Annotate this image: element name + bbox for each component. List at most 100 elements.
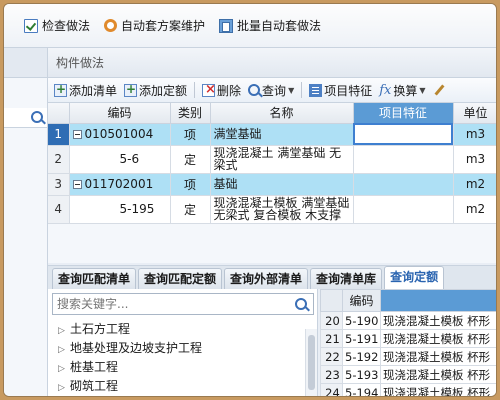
name-cell[interactable]: 现浇混凝土 满堂基础 无梁式 xyxy=(210,145,354,174)
search-icon[interactable] xyxy=(295,298,307,310)
batch-auto-apply-button[interactable]: 批量自动套做法 xyxy=(219,17,321,34)
table-row[interactable]: 2 5-6 定 现浇混凝土 满堂基础 无梁式 m3 xyxy=(48,145,496,174)
code-cell[interactable]: 010501004 xyxy=(69,123,171,146)
keyword-search-box[interactable] xyxy=(52,293,314,315)
row-number: 20 xyxy=(320,311,343,330)
method-table: 编码 类别 名称 项目特征 单位 1 010501004 项 满堂基础 m3 2… xyxy=(48,103,496,224)
unit-cell[interactable]: m2 xyxy=(453,173,496,196)
app-window: 检查做法 自动套方案维护 批量自动套做法 构件做法 添加清单 添加定额 xyxy=(3,3,497,397)
column-header-type[interactable]: 类别 xyxy=(170,103,211,124)
convert-button[interactable]: fx 换算 ▼ xyxy=(379,82,425,99)
name-cell[interactable]: 现浇混凝土模板 杯形 xyxy=(380,365,496,384)
code-cell[interactable]: 5-190 xyxy=(342,311,381,330)
table-row[interactable]: 22 5-192 现浇混凝土模板 杯形 xyxy=(320,347,496,366)
table-row[interactable]: 23 5-193 现浇混凝土模板 杯形 xyxy=(320,365,496,384)
unit-cell[interactable]: m3 xyxy=(453,145,496,174)
panel-title: 构件做法 xyxy=(48,48,496,78)
name-cell[interactable]: 现浇混凝土模板 杯形 xyxy=(380,383,496,396)
add-list-label: 添加清单 xyxy=(69,83,118,98)
column-header-name[interactable] xyxy=(380,289,496,312)
feature-cell[interactable] xyxy=(353,173,454,196)
tree-item[interactable]: ▷ 地基处理及边坡支护工程 xyxy=(48,339,303,358)
add-quota-icon xyxy=(124,82,138,97)
row-number: 4 xyxy=(48,195,70,224)
tree-item[interactable]: ▷ 土石方工程 xyxy=(48,320,303,339)
type-cell[interactable]: 定 xyxy=(170,145,211,174)
name-cell[interactable]: 基础 xyxy=(210,173,354,196)
name-cell[interactable]: 现浇混凝土模板 杯形 xyxy=(380,347,496,366)
type-cell[interactable]: 项 xyxy=(170,173,211,196)
code-cell[interactable]: 5-195 xyxy=(69,195,171,224)
code-cell[interactable]: 5-191 xyxy=(342,329,381,348)
feature-cell[interactable] xyxy=(353,195,454,224)
code-cell[interactable]: 5-193 xyxy=(342,365,381,384)
tree-item[interactable]: ▷ 桩基工程 xyxy=(48,358,303,377)
name-cell[interactable]: 满堂基础 xyxy=(210,123,354,146)
code-cell[interactable]: 5-194 xyxy=(342,383,381,396)
method-toolbar: 添加清单 添加定额 删除 查询 ▼ 项目特征 fx xyxy=(48,78,496,103)
scrollbar-thumb[interactable] xyxy=(308,335,315,390)
brush-button[interactable] xyxy=(433,84,446,97)
name-cell[interactable]: 现浇混凝土模板 杯形 xyxy=(380,329,496,348)
unit-cell[interactable]: m3 xyxy=(453,123,496,146)
tree-item[interactable]: ▷ 砌筑工程 xyxy=(48,377,303,396)
column-header-feature[interactable]: 项目特征 xyxy=(353,103,454,124)
collapse-icon[interactable] xyxy=(72,130,82,139)
library-tree-panel: ▷土石方工程 ▷地基处理及边坡支护工程 ▷桩基工程 ▷砌筑工程 xyxy=(48,289,318,396)
query-label: 查询 xyxy=(262,83,287,98)
table-row[interactable]: 20 5-190 现浇混凝土模板 杯形 xyxy=(320,311,496,330)
brush-icon xyxy=(433,84,446,97)
tab-list-library[interactable]: 查询清单库 xyxy=(310,268,383,289)
component-method-panel: 构件做法 添加清单 添加定额 删除 查询 ▼ 项目 xyxy=(48,48,496,263)
code-value: 010501004 xyxy=(84,127,154,141)
code-cell[interactable]: 5-192 xyxy=(342,347,381,366)
name-cell[interactable]: 现浇混凝土模板 满堂基础 无梁式 复合模板 木支撑 xyxy=(210,195,354,224)
left-panel xyxy=(4,48,48,396)
query-tabbar: 查询匹配清单 查询匹配定额 查询外部清单 查询清单库 查询定额 xyxy=(48,265,496,289)
type-cell[interactable]: 定 xyxy=(170,195,211,224)
chevron-down-icon: ▼ xyxy=(419,85,426,95)
row-number: 3 xyxy=(48,173,70,196)
type-cell[interactable]: 项 xyxy=(170,123,211,146)
table-row[interactable]: 1 010501004 项 满堂基础 m3 xyxy=(48,123,496,146)
expand-arrow-icon[interactable]: ▷ xyxy=(58,379,70,396)
add-list-button[interactable]: 添加清单 xyxy=(54,82,117,99)
unit-cell[interactable]: m2 xyxy=(453,195,496,224)
left-search-box[interactable] xyxy=(4,108,47,128)
tab-quota[interactable]: 查询定额 xyxy=(384,266,445,289)
column-header-code[interactable]: 编码 xyxy=(69,103,171,124)
tab-external-list[interactable]: 查询外部清单 xyxy=(224,268,309,289)
feature-cell[interactable] xyxy=(353,145,454,174)
delete-button[interactable]: 删除 xyxy=(202,82,241,99)
row-number: 24 xyxy=(320,383,343,396)
table-row[interactable]: 24 5-194 现浇混凝土模板 杯形 xyxy=(320,383,496,396)
column-header-code[interactable]: 编码 xyxy=(342,289,381,312)
row-number: 2 xyxy=(48,145,70,174)
tab-match-quota[interactable]: 查询匹配定额 xyxy=(138,268,223,289)
keyword-search-input[interactable] xyxy=(53,294,288,314)
code-cell[interactable]: 5-6 xyxy=(69,145,171,174)
query-button[interactable]: 查询 ▼ xyxy=(248,82,294,99)
table-row[interactable]: 4 5-195 定 现浇混凝土模板 满堂基础 无梁式 复合模板 木支撑 m2 xyxy=(48,195,496,224)
code-cell[interactable]: 011702001 xyxy=(69,173,171,196)
add-quota-button[interactable]: 添加定额 xyxy=(124,82,187,99)
feature-cell[interactable] xyxy=(353,123,454,146)
row-number: 1 xyxy=(48,123,70,146)
tab-match-list[interactable]: 查询匹配清单 xyxy=(52,268,137,289)
auto-scheme-maintain-button[interactable]: 自动套方案维护 xyxy=(104,17,205,34)
check-method-button[interactable]: 检查做法 xyxy=(24,17,90,34)
batch-icon xyxy=(219,18,234,33)
table-row[interactable]: 3 011702001 项 基础 m2 xyxy=(48,173,496,196)
category-tree: ▷ 土石方工程 ▷ 地基处理及边坡支护工程 ▷ 桩基工程 ▷ 砌筑工程 xyxy=(48,320,303,396)
query-icon xyxy=(248,84,261,96)
column-header-unit[interactable]: 单位 xyxy=(453,103,496,124)
item-feature-button[interactable]: 项目特征 xyxy=(309,82,372,99)
column-header-name[interactable]: 名称 xyxy=(210,103,354,124)
name-cell[interactable]: 现浇混凝土模板 杯形 xyxy=(380,311,496,330)
vertical-scrollbar[interactable] xyxy=(305,329,317,396)
add-list-icon xyxy=(54,82,67,97)
collapse-icon[interactable] xyxy=(72,180,82,189)
search-icon[interactable] xyxy=(31,111,43,123)
toolbar-divider xyxy=(194,82,196,98)
table-row[interactable]: 21 5-191 现浇混凝土模板 杯形 xyxy=(320,329,496,348)
